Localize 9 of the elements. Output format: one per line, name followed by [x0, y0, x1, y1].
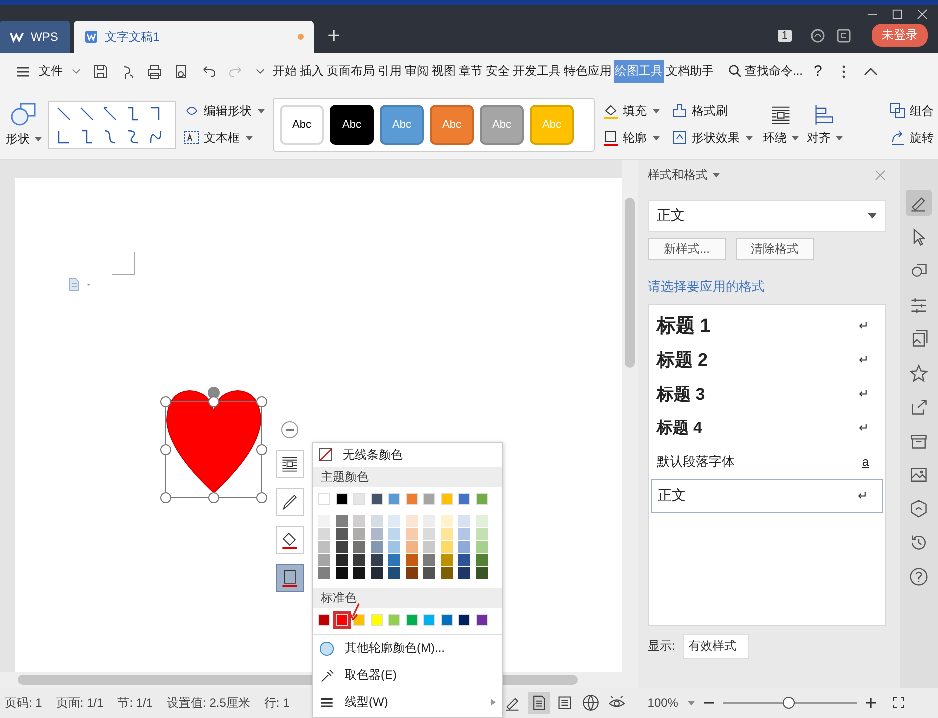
section-heading: 标准色	[313, 588, 502, 608]
status-field: 节: 1/1	[118, 694, 154, 712]
show-label: 显示:	[648, 638, 676, 655]
section-heading: 主题颜色	[313, 467, 502, 487]
status-field: 行: 1	[264, 694, 290, 712]
status-field: 页码: 1	[5, 694, 42, 712]
status-field: 设置值: 2.5厘米	[167, 694, 250, 712]
status-field: 页面: 1/1	[56, 694, 104, 712]
section-heading: 请选择要应用的格式	[648, 278, 766, 296]
